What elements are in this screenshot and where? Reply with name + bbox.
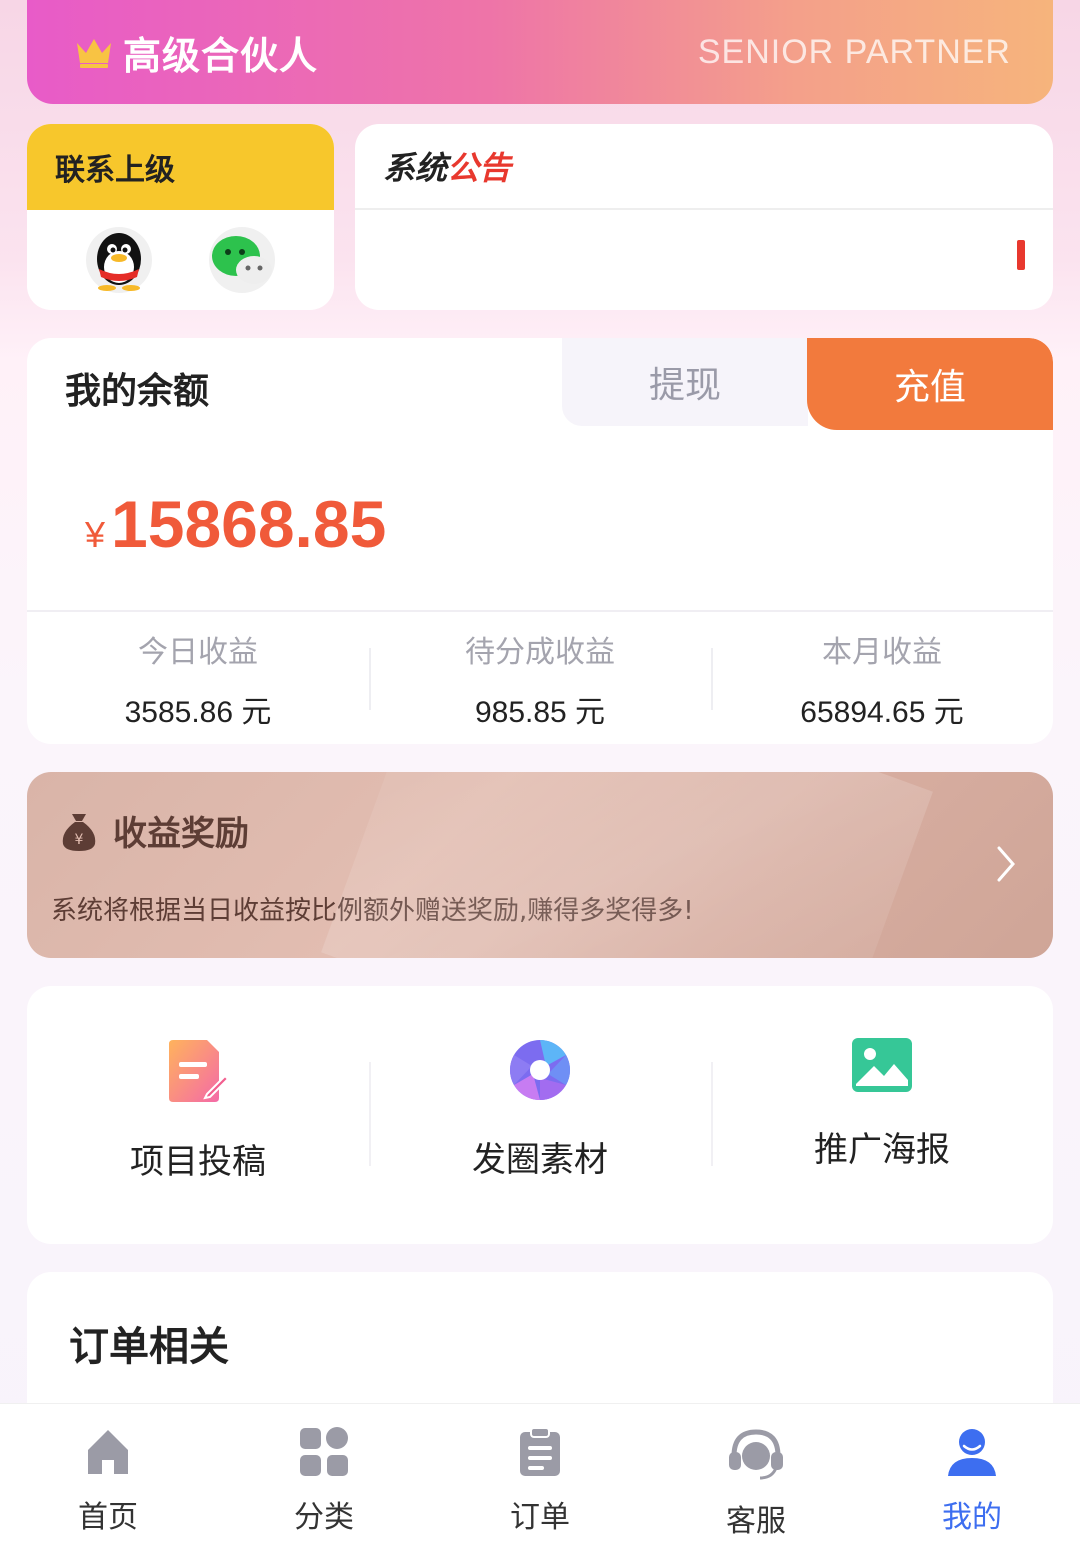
- tab-label: 客服: [726, 1504, 786, 1539]
- stat-today: 今日收益 3585.86 元: [27, 614, 369, 744]
- stat-label: 本月收益: [822, 635, 942, 670]
- ticker-fragment: [1017, 240, 1025, 270]
- tab-home[interactable]: 首页: [0, 1404, 216, 1543]
- stat-value: 985.85 元: [474, 696, 606, 729]
- partner-banner: 高级合伙人 SENIOR PARTNER: [27, 0, 1053, 104]
- reward-description: 系统将根据当日收益按比例额外赠送奖励,赚得多奖得多!: [51, 896, 694, 926]
- tab-category[interactable]: 分类: [216, 1404, 432, 1543]
- tool-label: 发圈素材: [472, 1140, 608, 1180]
- qq-icon[interactable]: [85, 227, 152, 293]
- notice-title-part1: 系统: [383, 149, 448, 187]
- crown-icon: [77, 39, 111, 68]
- image-icon: [852, 1038, 912, 1092]
- tab-label: 首页: [78, 1500, 138, 1535]
- contact-superior-card: 联系上级: [27, 124, 334, 310]
- wechat-icon[interactable]: [209, 227, 276, 293]
- orders-title: 订单相关: [69, 1324, 229, 1370]
- banner-left: 高级合伙人: [75, 25, 318, 80]
- stat-month: 本月收益 65894.65 元: [711, 614, 1053, 744]
- notice-ticker: [355, 210, 1053, 308]
- balance-amount: ¥ 15868.85: [85, 486, 386, 562]
- grid-icon: [300, 1427, 348, 1476]
- stat-value: 3585.86 元: [124, 696, 272, 729]
- reward-banner[interactable]: ¥ 收益奖励 系统将根据当日收益按比例额外赠送奖励,赚得多奖得多!: [27, 772, 1053, 958]
- balance-value: 15868.85: [111, 487, 387, 561]
- user-icon: [948, 1429, 996, 1476]
- stat-label: 待分成收益: [465, 635, 615, 670]
- svg-text:¥: ¥: [75, 832, 84, 848]
- recharge-button[interactable]: 充值: [807, 338, 1053, 430]
- stat-label: 今日收益: [138, 635, 258, 670]
- system-notice-card[interactable]: 系统 公告: [355, 124, 1053, 310]
- banner-title: 高级合伙人: [123, 33, 319, 78]
- currency-symbol: ¥: [85, 514, 106, 555]
- stat-pending: 待分成收益 985.85 元: [369, 614, 711, 744]
- tab-label: 分类: [294, 1500, 354, 1535]
- headset-icon: [729, 1429, 783, 1480]
- tool-label: 推广海报: [814, 1130, 950, 1170]
- chevron-right-icon: [997, 846, 1015, 882]
- tool-moments-material[interactable]: 发圈素材: [369, 986, 711, 1244]
- aperture-icon: [509, 1040, 571, 1100]
- tab-label: 订单: [510, 1500, 570, 1535]
- reward-head: ¥ 收益奖励: [59, 806, 249, 855]
- bottom-tabbar: 首页 分类 订单 客服 我的: [0, 1403, 1080, 1543]
- tool-project-submission[interactable]: 项目投稿: [27, 986, 369, 1244]
- notice-title: 系统 公告: [355, 124, 1053, 210]
- withdraw-button[interactable]: 提现: [562, 338, 808, 426]
- tab-customer-service[interactable]: 客服: [648, 1404, 864, 1543]
- tool-promo-poster[interactable]: 推广海报: [711, 986, 1053, 1244]
- clipboard-icon: [520, 1427, 560, 1476]
- earnings-stats: 今日收益 3585.86 元 待分成收益 985.85 元 本月收益 65894…: [27, 614, 1053, 744]
- tab-label: 我的: [942, 1500, 1002, 1535]
- divider: [27, 610, 1053, 612]
- tab-orders[interactable]: 订单: [432, 1404, 648, 1543]
- money-bag-icon: ¥: [62, 813, 96, 851]
- stat-value: 65894.65 元: [800, 696, 964, 729]
- tool-label: 项目投稿: [130, 1142, 266, 1182]
- home-icon: [88, 1430, 128, 1474]
- banner-subtitle: SENIOR PARTNER: [697, 32, 1011, 71]
- tab-mine[interactable]: 我的: [864, 1404, 1080, 1543]
- tools-card: 项目投稿 发圈素材 推广海报: [27, 986, 1053, 1244]
- reward-title: 收益奖励: [113, 814, 249, 854]
- notice-title-part2: 公告: [447, 149, 512, 187]
- contact-icons: [27, 210, 334, 310]
- contact-title: 联系上级: [27, 124, 334, 210]
- balance-card: 我的余额 提现 充值 ¥ 15868.85 今日收益 3585.86 元 待分成…: [27, 338, 1053, 744]
- balance-title: 我的余额: [65, 371, 210, 412]
- document-edit-icon: [169, 1040, 229, 1102]
